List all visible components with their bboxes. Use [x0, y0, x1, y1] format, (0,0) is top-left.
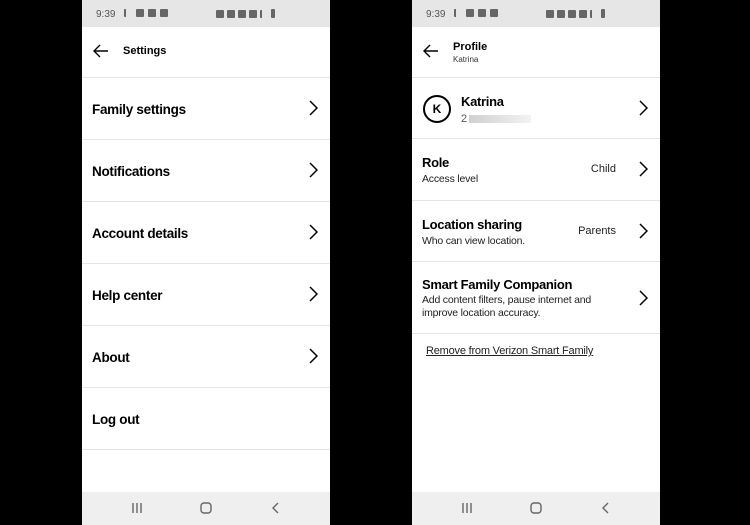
system-icons — [546, 9, 605, 18]
system-nav-bar — [412, 492, 660, 525]
item-title: Smart Family Companion — [422, 277, 573, 292]
wifi-icon — [249, 9, 257, 18]
battery-icon — [271, 9, 275, 18]
item-value: Child — [590, 163, 616, 175]
system-icons — [216, 9, 275, 18]
profile-item-location-sharing[interactable]: Location sharing Who can view location. … — [412, 201, 660, 262]
nav-back-icon[interactable] — [597, 500, 615, 516]
home-icon[interactable] — [527, 500, 545, 516]
status-bar: 9:39 — [82, 0, 330, 27]
phone-partial: 2 — [461, 113, 468, 125]
chevron-right-icon — [639, 290, 648, 306]
chevron-right-icon — [309, 100, 318, 116]
item-label: About — [92, 350, 130, 365]
profile-name: Katrina — [461, 94, 504, 109]
item-subtitle: Add content filters, pause internet and … — [422, 294, 592, 319]
page-title: Profile — [453, 41, 488, 53]
signal-icon — [260, 9, 268, 18]
notification-icon — [136, 9, 144, 17]
signal-icon — [590, 9, 598, 18]
bluetooth-icon — [227, 9, 235, 18]
status-time: 9:39 — [426, 9, 446, 20]
bluetooth-icon — [557, 9, 565, 18]
page-subtitle: Katrina — [453, 55, 479, 64]
status-bar: 9:39 — [412, 0, 660, 27]
battery-icon — [601, 9, 605, 18]
settings-item-notifications[interactable]: Notifications — [82, 140, 330, 202]
notification-icon — [124, 9, 132, 17]
profile-list: K Katrina 2 Role Access level Child Loca… — [412, 78, 660, 334]
profile-item-role[interactable]: Role Access level Child — [412, 139, 660, 201]
settings-item-about[interactable]: About — [82, 326, 330, 388]
back-arrow-icon[interactable] — [92, 42, 110, 60]
settings-item-log-out[interactable]: Log out — [82, 388, 330, 450]
recents-icon[interactable] — [458, 500, 476, 516]
notification-icons — [454, 9, 498, 17]
nav-back-icon[interactable] — [267, 500, 285, 516]
chevron-right-icon — [639, 100, 648, 116]
page-title: Settings — [123, 45, 167, 57]
image-icon — [490, 9, 498, 17]
status-time: 9:39 — [96, 9, 116, 20]
avatar: K — [423, 95, 451, 123]
redacted-bar — [469, 115, 532, 124]
mute-icon — [238, 9, 246, 18]
image-icon — [160, 9, 168, 17]
item-label: Family settings — [92, 102, 186, 117]
mute-icon — [568, 9, 576, 18]
message-icon — [148, 9, 156, 17]
chevron-right-icon — [309, 162, 318, 178]
settings-item-account-details[interactable]: Account details — [82, 202, 330, 264]
item-title: Role — [422, 155, 449, 170]
system-nav-bar — [82, 492, 330, 525]
notification-icon — [466, 9, 474, 17]
settings-item-help-center[interactable]: Help center — [82, 264, 330, 326]
chevron-right-icon — [309, 286, 318, 302]
chevron-right-icon — [309, 348, 318, 364]
notification-icons — [124, 9, 168, 17]
app-header: Settings — [82, 27, 330, 78]
settings-item-family-settings[interactable]: Family settings — [82, 78, 330, 140]
home-icon[interactable] — [197, 500, 215, 516]
chevron-right-icon — [639, 223, 648, 239]
alarm-icon — [216, 9, 224, 18]
alarm-icon — [546, 9, 554, 18]
item-label: Help center — [92, 288, 163, 303]
item-label: Notifications — [92, 164, 170, 179]
item-title: Location sharing — [422, 217, 522, 232]
back-arrow-icon[interactable] — [422, 42, 440, 60]
item-subtitle: Access level — [422, 173, 478, 185]
item-value: Parents — [578, 225, 616, 237]
wifi-icon — [579, 9, 587, 18]
message-icon — [478, 9, 486, 17]
profile-screen: 9:39 Profile Katrina K Katrina 2 Role Ac… — [412, 0, 660, 525]
profile-item-smart-family-companion[interactable]: Smart Family Companion Add content filte… — [412, 262, 660, 334]
item-subtitle: Who can view location. — [422, 235, 525, 247]
settings-list: Family settings Notifications Account de… — [82, 78, 330, 450]
notification-icon — [454, 9, 462, 17]
profile-card[interactable]: K Katrina 2 — [412, 78, 660, 139]
settings-screen: 9:39 Settings Family settings Notificati… — [82, 0, 330, 525]
app-header: Profile Katrina — [412, 27, 660, 78]
item-label: Log out — [92, 412, 140, 427]
chevron-right-icon — [639, 161, 648, 177]
item-label: Account details — [92, 226, 189, 241]
remove-from-smart-family-link[interactable]: Remove from Verizon Smart Family — [426, 345, 593, 357]
profile-phone-blurred: 2 — [461, 113, 532, 125]
chevron-right-icon — [309, 224, 318, 240]
recents-icon[interactable] — [128, 500, 146, 516]
